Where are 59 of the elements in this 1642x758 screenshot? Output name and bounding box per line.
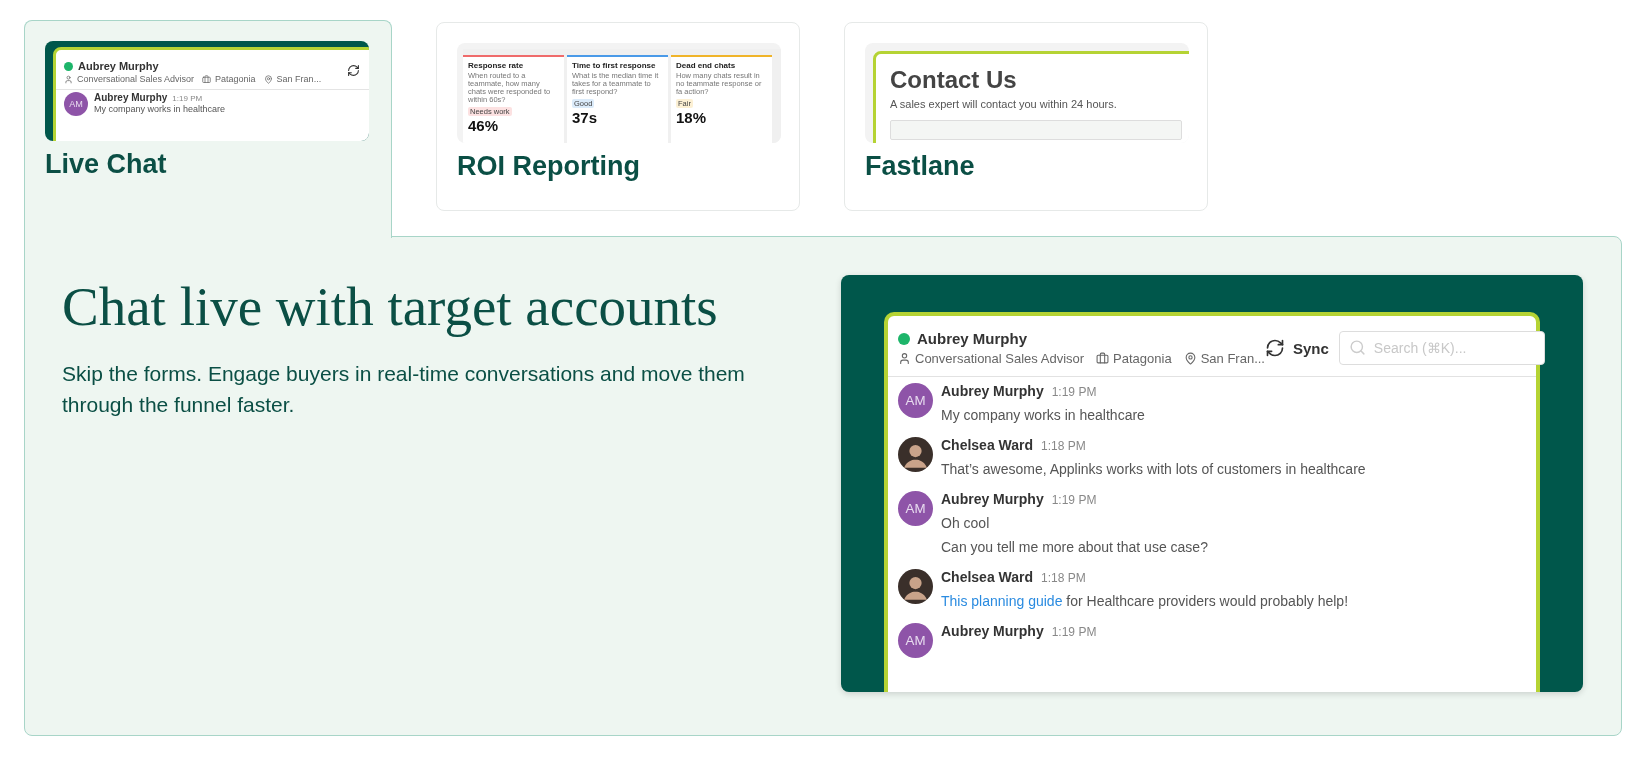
feature-tab[interactable] xyxy=(436,22,800,211)
message-author: Aubrey Murphy xyxy=(941,491,1044,507)
refresh-icon xyxy=(1264,338,1285,358)
tab-label: Fastlane xyxy=(865,151,975,182)
message-time: 1:19 PM xyxy=(172,94,203,103)
message-text: Oh cool xyxy=(941,515,991,531)
guide-link[interactable]: This planning guide xyxy=(941,593,1063,609)
message-author: Aubrey Murphy xyxy=(941,623,1044,639)
contact-name: Aubrey Murphy xyxy=(78,60,159,72)
metric-value: 18% xyxy=(676,110,708,125)
message-author: Aubrey Murphy xyxy=(94,92,168,103)
message-time: 1:18 PM xyxy=(1041,439,1086,453)
message-text: My company works in healthcare xyxy=(94,104,226,114)
map-pin-icon xyxy=(1183,352,1197,365)
contact-detail: San Fran... xyxy=(263,74,322,84)
form-subtitle: A sales expert will contact you within 24 hours. xyxy=(890,98,1118,110)
avatar-initials: AM xyxy=(64,92,88,116)
message-text: Can you tell me more about that use case? xyxy=(941,539,1208,555)
message-time: 1:19 PM xyxy=(1051,625,1097,639)
message-time: 1:19 PM xyxy=(1051,385,1097,399)
feature-heading: Chat live with target accounts xyxy=(62,275,719,338)
map-pin-icon xyxy=(263,74,273,84)
feature-description: Skip the forms. Engage buyers in real-time conversations and move them through the funnel faster. xyxy=(62,361,746,418)
message-text: This planning guide for Healthcare providers would probably help! xyxy=(941,593,1349,609)
tab-label: Live Chat xyxy=(45,149,167,180)
metric-title: Dead end chats xyxy=(676,61,737,70)
message-text: My company works in healthcare xyxy=(941,407,1145,423)
contact-name: Aubrey Murphy xyxy=(917,330,1027,347)
message-author: Chelsea Ward xyxy=(941,437,1034,453)
refresh-icon xyxy=(347,64,360,77)
contact-detail: Conversational Sales Advisor xyxy=(64,74,195,84)
avatar-initials: AM xyxy=(898,623,933,658)
avatar-silhouette-icon xyxy=(898,569,933,604)
feature-tab[interactable]: Aubrey Murphy Conversational Sales Advisor Patagonia San Fran... AM Aubrey Murphy 1:19 PM My company works in healthcare Live Chat xyxy=(24,20,392,238)
message-text: That’s awesome, Applinks works with lots of customers in healthcare xyxy=(941,461,1366,477)
person-icon xyxy=(64,74,73,84)
metric-title: Time to first response xyxy=(572,61,657,70)
form-title: Contact Us xyxy=(890,66,1018,94)
message-time: 1:18 PM xyxy=(1041,571,1086,585)
contact-detail: San Fran... xyxy=(1183,351,1265,366)
metric-value: 46% xyxy=(468,118,500,133)
contact-detail: Patagonia xyxy=(1096,351,1172,366)
avatar-initials: AM xyxy=(898,491,933,526)
metric-title: Response rate xyxy=(468,61,525,70)
message-author: Chelsea Ward xyxy=(941,569,1034,585)
tab-label: ROI Reporting xyxy=(457,151,640,182)
avatar-silhouette-icon xyxy=(898,437,933,472)
sync-button[interactable]: Sync xyxy=(1264,338,1329,358)
avatar-initials: AM xyxy=(898,383,933,418)
briefcase-icon xyxy=(202,74,212,84)
briefcase-icon xyxy=(1096,352,1110,365)
metric-value: 37s xyxy=(572,110,599,125)
contact-detail: Conversational Sales Advisor xyxy=(898,351,1085,366)
person-icon xyxy=(898,352,911,365)
contact-detail: Patagonia xyxy=(202,74,256,84)
search-icon xyxy=(1348,339,1366,356)
message-time: 1:19 PM xyxy=(1051,493,1097,507)
message-author: Aubrey Murphy xyxy=(941,383,1044,399)
feature-tab[interactable]: Contact Us A sales expert will contact you within 24 hours. Fastlane xyxy=(844,22,1208,211)
